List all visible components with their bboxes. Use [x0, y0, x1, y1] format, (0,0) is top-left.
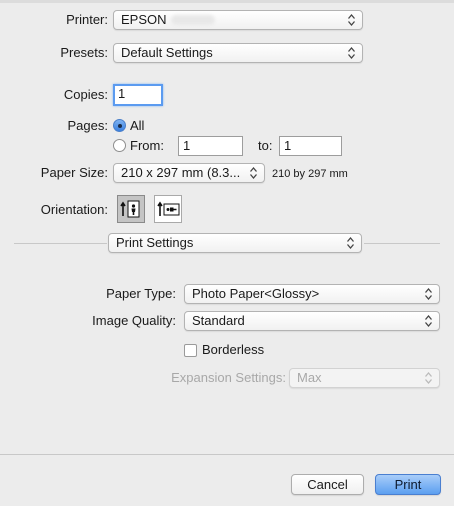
image-quality-label: Image Quality:	[92, 313, 176, 328]
expansion-settings-popup[interactable]: Max	[289, 368, 440, 388]
orientation-landscape-button[interactable]	[154, 195, 182, 223]
pages-from-field[interactable]: 1	[178, 136, 243, 156]
printer-value: EPSON	[121, 12, 167, 27]
pages-range-radio[interactable]	[113, 139, 126, 152]
portrait-orientation-icon	[120, 200, 140, 218]
pages-label: Pages:	[67, 118, 108, 133]
cancel-button[interactable]: Cancel	[291, 474, 364, 495]
paper-size-popup[interactable]: 210 x 297 mm (8.3...	[113, 163, 265, 183]
section-divider-left	[14, 243, 107, 244]
printer-popup[interactable]: EPSON	[113, 10, 363, 30]
presets-value: Default Settings	[121, 45, 213, 60]
pages-all-label: All	[130, 118, 145, 133]
pages-to-label: to:	[258, 138, 273, 153]
print-dialog: Printer: EPSON Presets: Default Settings…	[0, 0, 454, 506]
presets-popup[interactable]: Default Settings	[113, 43, 363, 63]
updown-chevron-icon	[348, 14, 355, 26]
paper-type-popup[interactable]: Photo Paper<Glossy>	[184, 284, 440, 304]
section-divider-right	[364, 243, 440, 244]
pages-to-field[interactable]: 1	[279, 136, 342, 156]
print-button[interactable]: Print	[375, 474, 441, 495]
expansion-settings-value: Max	[297, 370, 322, 385]
updown-chevron-icon	[250, 167, 257, 179]
printer-label: Printer:	[66, 12, 108, 27]
paper-type-value: Photo Paper<Glossy>	[192, 286, 320, 301]
title-strip	[0, 0, 454, 3]
bottom-separator	[0, 454, 454, 455]
orientation-portrait-button[interactable]	[117, 195, 145, 223]
updown-chevron-icon	[425, 372, 432, 384]
pages-all-radio[interactable]	[113, 119, 126, 132]
pages-from-label: From:	[130, 138, 164, 153]
orientation-label: Orientation:	[40, 202, 108, 217]
paper-size-value: 210 x 297 mm (8.3...	[121, 165, 241, 180]
paper-size-dimensions: 210 by 297 mm	[272, 168, 348, 180]
updown-chevron-icon	[425, 315, 432, 327]
copies-label: Copies:	[63, 87, 108, 102]
copies-field[interactable]: 1	[113, 84, 163, 106]
updown-chevron-icon	[348, 47, 355, 59]
updown-chevron-icon	[425, 288, 432, 300]
expansion-settings-label: Expansion Settings:	[171, 370, 286, 385]
paper-size-label: Paper Size:	[40, 165, 108, 180]
image-quality-value: Standard	[192, 313, 245, 328]
landscape-orientation-icon	[157, 201, 180, 216]
printer-model-redacted	[170, 15, 215, 25]
image-quality-popup[interactable]: Standard	[184, 311, 440, 331]
borderless-checkbox[interactable]	[184, 344, 197, 357]
print-settings-popup[interactable]: Print Settings	[108, 233, 362, 253]
borderless-label: Borderless	[202, 342, 265, 357]
updown-chevron-icon	[347, 237, 354, 249]
paper-type-label: Paper Type:	[106, 286, 176, 301]
section-value: Print Settings	[116, 235, 194, 250]
presets-label: Presets:	[60, 45, 108, 60]
